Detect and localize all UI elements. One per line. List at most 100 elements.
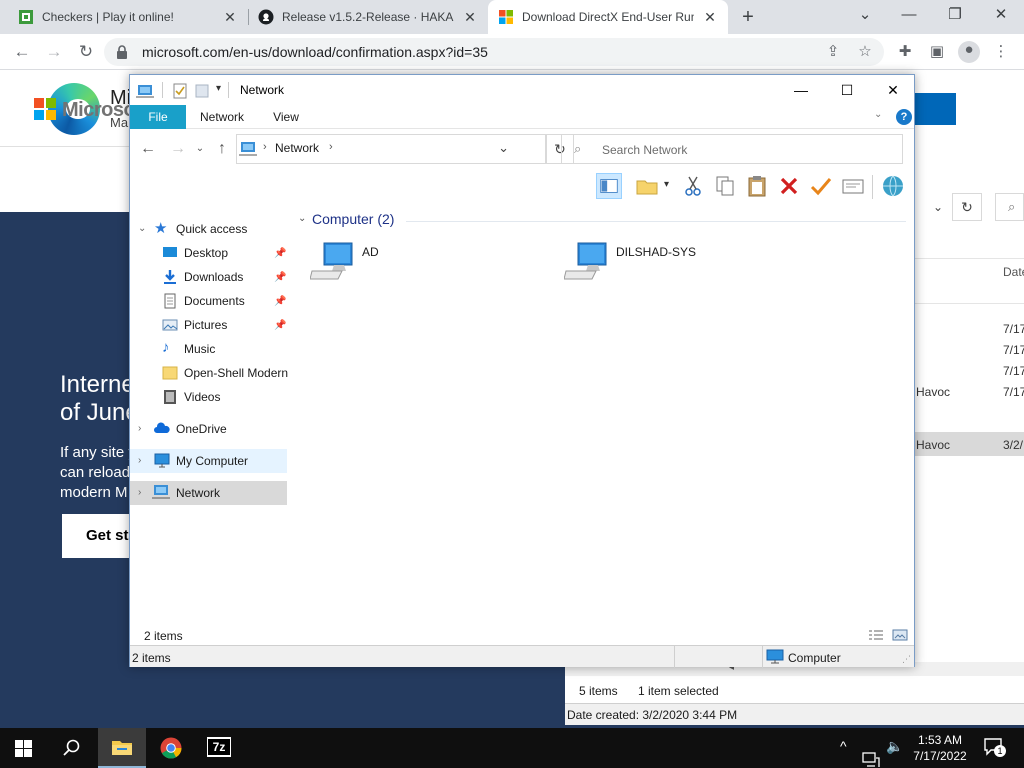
explorer-maximize-button[interactable]: ☐ [824, 75, 870, 105]
nav-downloads[interactable]: Downloads 📌 [130, 265, 290, 289]
bg-row-date: 7/17 [1003, 343, 1024, 357]
network-content-area: ⌄ Computer (2) AD DILSHAD-SYS [290, 203, 914, 623]
copy-icon[interactable] [712, 173, 738, 199]
expanded-chevron-icon[interactable]: ⌄ [138, 223, 146, 234]
details-view-icon[interactable] [868, 629, 884, 641]
paste-icon[interactable] [744, 173, 770, 199]
up-button[interactable]: ↑ [212, 140, 232, 158]
tab-view[interactable]: View [260, 105, 312, 129]
microsoft-logo-icon[interactable] [34, 98, 56, 120]
windows-logo-icon [15, 740, 32, 757]
action-center-button[interactable]: 1 [984, 738, 1006, 757]
forward-button[interactable]: → [42, 40, 66, 64]
address-history-dropdown-icon[interactable]: ⌄ [498, 140, 509, 156]
properties-card-icon[interactable] [840, 173, 866, 199]
network-tray-icon[interactable] [862, 740, 880, 768]
extensions-puzzle-icon[interactable]: ✚ [896, 43, 914, 61]
nav-onedrive[interactable]: › OneDrive [130, 417, 290, 441]
delete-icon[interactable] [776, 173, 802, 199]
nav-network[interactable]: › Network [130, 481, 287, 505]
breadcrumb-chevron-icon[interactable]: › [263, 141, 267, 153]
taskbar-chrome[interactable] [148, 728, 194, 768]
nav-pictures[interactable]: Pictures 📌 [130, 313, 290, 337]
address-bar[interactable]: microsoft.com/en-us/download/confirmatio… [104, 38, 884, 66]
tab-github-release[interactable]: Release v1.5.2-Release · HAKANK ✕ [248, 0, 488, 34]
taskbar-file-explorer[interactable] [98, 728, 146, 768]
resize-grip-icon[interactable]: ⋰ [902, 654, 911, 665]
new-folder-icon[interactable] [194, 83, 210, 99]
tab-close-icon[interactable]: ✕ [222, 9, 238, 26]
back-button[interactable]: ← [10, 40, 34, 64]
bg-status-bar: 5 items 1 item selected [565, 678, 1024, 702]
explorer-search-box[interactable]: ⌕ Search Network [561, 134, 903, 164]
explorer-close-button[interactable]: ✕ [870, 75, 916, 105]
microsoft-favicon-icon [499, 10, 513, 24]
profile-avatar-icon[interactable]: ● [958, 41, 980, 63]
search-button[interactable] [48, 728, 94, 768]
tab-close-icon[interactable]: ✕ [702, 9, 718, 26]
checkers-favicon-icon [19, 10, 33, 24]
close-window-button[interactable]: ✕ [986, 4, 1016, 26]
computer-item-ad[interactable]: AD [310, 241, 540, 285]
taskbar-7zip[interactable]: 7z [196, 728, 242, 768]
nav-documents[interactable]: Documents 📌 [130, 289, 290, 313]
tab-search-chevron-icon[interactable]: ⌄ [850, 4, 880, 26]
nav-desktop[interactable]: Desktop 📌 [130, 241, 290, 265]
bg-refresh-button[interactable]: ↻ [952, 193, 982, 221]
navigation-pane-icon[interactable] [596, 173, 622, 199]
tab-checkers[interactable]: Checkers | Play it online! ✕ [8, 0, 248, 34]
new-tab-button[interactable]: + [738, 6, 758, 28]
group-collapse-chevron-icon[interactable]: ⌄ [298, 213, 306, 224]
collapsed-chevron-icon[interactable]: › [138, 423, 141, 434]
breadcrumb-network[interactable]: Network [275, 141, 319, 155]
help-button[interactable]: ? [896, 109, 912, 125]
minimize-button[interactable]: — [894, 4, 924, 26]
explorer-forward-button[interactable]: → [168, 140, 188, 158]
explorer-back-button[interactable]: ← [138, 140, 158, 158]
breadcrumb-chevron-icon[interactable]: › [329, 141, 333, 153]
tab-close-icon[interactable]: ✕ [462, 9, 478, 26]
bg-search-box[interactable]: ⌕ [995, 193, 1024, 221]
bg-row-date: 7/17 [1003, 364, 1024, 378]
start-button[interactable] [0, 728, 46, 768]
nav-my-computer[interactable]: › My Computer [130, 449, 287, 473]
explorer-address-bar[interactable]: › Network › ⌄ [236, 134, 546, 164]
show-hidden-icons-chevron-icon[interactable]: ^ [840, 738, 847, 768]
taskbar-clock[interactable]: 1:53 AM 7/17/2022 [900, 732, 980, 764]
bg-address-dropdown-icon[interactable]: ⌄ [925, 195, 951, 221]
share-icon[interactable]: ⇪ [824, 43, 842, 61]
collapsed-chevron-icon[interactable]: › [138, 455, 141, 466]
network-explorer-window: ▾ Network — ☐ ✕ File Network View ⌄ ? ← … [129, 74, 915, 668]
edge-promo-button[interactable] [912, 93, 956, 125]
explorer-title-bar[interactable]: ▾ Network — ☐ ✕ [130, 75, 914, 105]
folder-views-icon[interactable] [634, 173, 660, 199]
bookmark-star-icon[interactable]: ☆ [856, 43, 874, 61]
reload-button[interactable]: ↻ [74, 40, 98, 64]
tab-file[interactable]: File [130, 105, 186, 129]
bg-column-header[interactable]: Date [915, 258, 1024, 304]
explorer-minimize-button[interactable]: — [778, 75, 824, 105]
group-header-computer[interactable]: Computer (2) [312, 211, 394, 227]
recent-locations-icon[interactable]: ⌄ [190, 140, 210, 158]
collapsed-chevron-icon[interactable]: › [138, 487, 141, 498]
large-icons-view-icon[interactable] [892, 629, 908, 641]
tab-network[interactable]: Network [192, 105, 252, 129]
window-title: Network [240, 83, 285, 97]
nav-videos[interactable]: Videos [130, 385, 290, 409]
chrome-menu-icon[interactable]: ⋮ [992, 43, 1010, 61]
rename-check-icon[interactable] [808, 173, 834, 199]
folder-views-dropdown-icon[interactable]: ▾ [664, 179, 669, 190]
tab-directx-download[interactable]: Download DirectX End-User Runti ✕ [488, 0, 728, 34]
nav-open-shell-modern[interactable]: Open-Shell Modern [130, 361, 290, 385]
side-panel-icon[interactable]: ▣ [928, 43, 946, 61]
nav-music[interactable]: ♪ Music [130, 337, 290, 361]
internet-options-globe-icon[interactable] [880, 173, 906, 199]
properties-icon[interactable] [172, 83, 188, 99]
computer-item-dilshad-sys[interactable]: DILSHAD-SYS [564, 241, 794, 285]
nav-quick-access[interactable]: ⌄ ★ Quick access [130, 217, 290, 241]
customize-qat-icon[interactable]: ▾ [216, 83, 221, 94]
restore-button[interactable]: ❐ [940, 4, 970, 26]
expand-ribbon-icon[interactable]: ⌄ [874, 109, 882, 120]
nav-label: Network [176, 486, 221, 500]
cut-icon[interactable] [680, 173, 706, 199]
